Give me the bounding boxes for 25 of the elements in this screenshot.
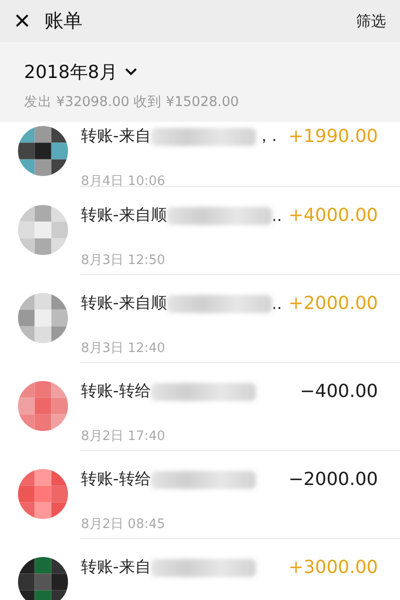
transaction-amount: −2000.00 xyxy=(288,469,378,490)
transaction-time: 8月2日 17:40 xyxy=(81,428,166,445)
month-totals: 发出 ¥32098.00 收到 ¥15028.00 xyxy=(24,93,240,111)
transaction-amount: +1990.00 xyxy=(288,126,378,147)
transaction-title: 转账-来自顺 xyxy=(81,205,167,226)
transaction-title: 转账-转给 xyxy=(81,381,151,402)
transaction-time: 8月4日 10:06 xyxy=(81,173,166,190)
filter-button[interactable]: 筛选 xyxy=(356,12,386,30)
transaction-amount: +2000.00 xyxy=(288,293,378,314)
transaction-amount: +4000.00 xyxy=(288,205,378,226)
month-selector[interactable]: 2018年8月 xyxy=(24,60,138,84)
close-button[interactable]: × xyxy=(14,7,30,35)
title-ellipsis: .. xyxy=(272,294,282,313)
page-title: 账单 xyxy=(44,9,84,34)
transaction-title: 转账-来自 xyxy=(81,557,151,578)
title-ellipsis: .. xyxy=(272,206,282,225)
transaction-title: 转账-来自顺 xyxy=(81,293,167,314)
transaction-time: 8月2日 08:45 xyxy=(81,516,166,533)
title-ellipsis: ，. xyxy=(256,126,277,147)
transaction-amount: +3000.00 xyxy=(288,557,378,578)
transaction-title: 转账-来自 xyxy=(81,126,151,147)
transaction-title: 转账-转给 xyxy=(81,469,151,490)
transaction-time: 8月3日 12:50 xyxy=(81,252,166,269)
transaction-amount: −400.00 xyxy=(300,381,378,402)
transaction-time: 8月3日 12:40 xyxy=(81,340,166,357)
